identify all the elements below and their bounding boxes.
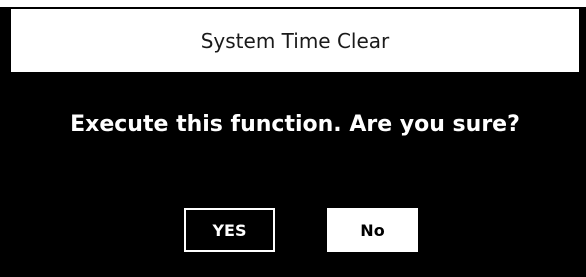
confirm-dialog: System Time Clear Execute this function.… bbox=[0, 7, 586, 277]
dialog-message: Execute this function. Are you sure? bbox=[70, 112, 520, 137]
dialog-title: System Time Clear bbox=[11, 9, 579, 72]
no-button[interactable]: No bbox=[327, 208, 418, 252]
yes-button[interactable]: YES bbox=[184, 208, 275, 252]
